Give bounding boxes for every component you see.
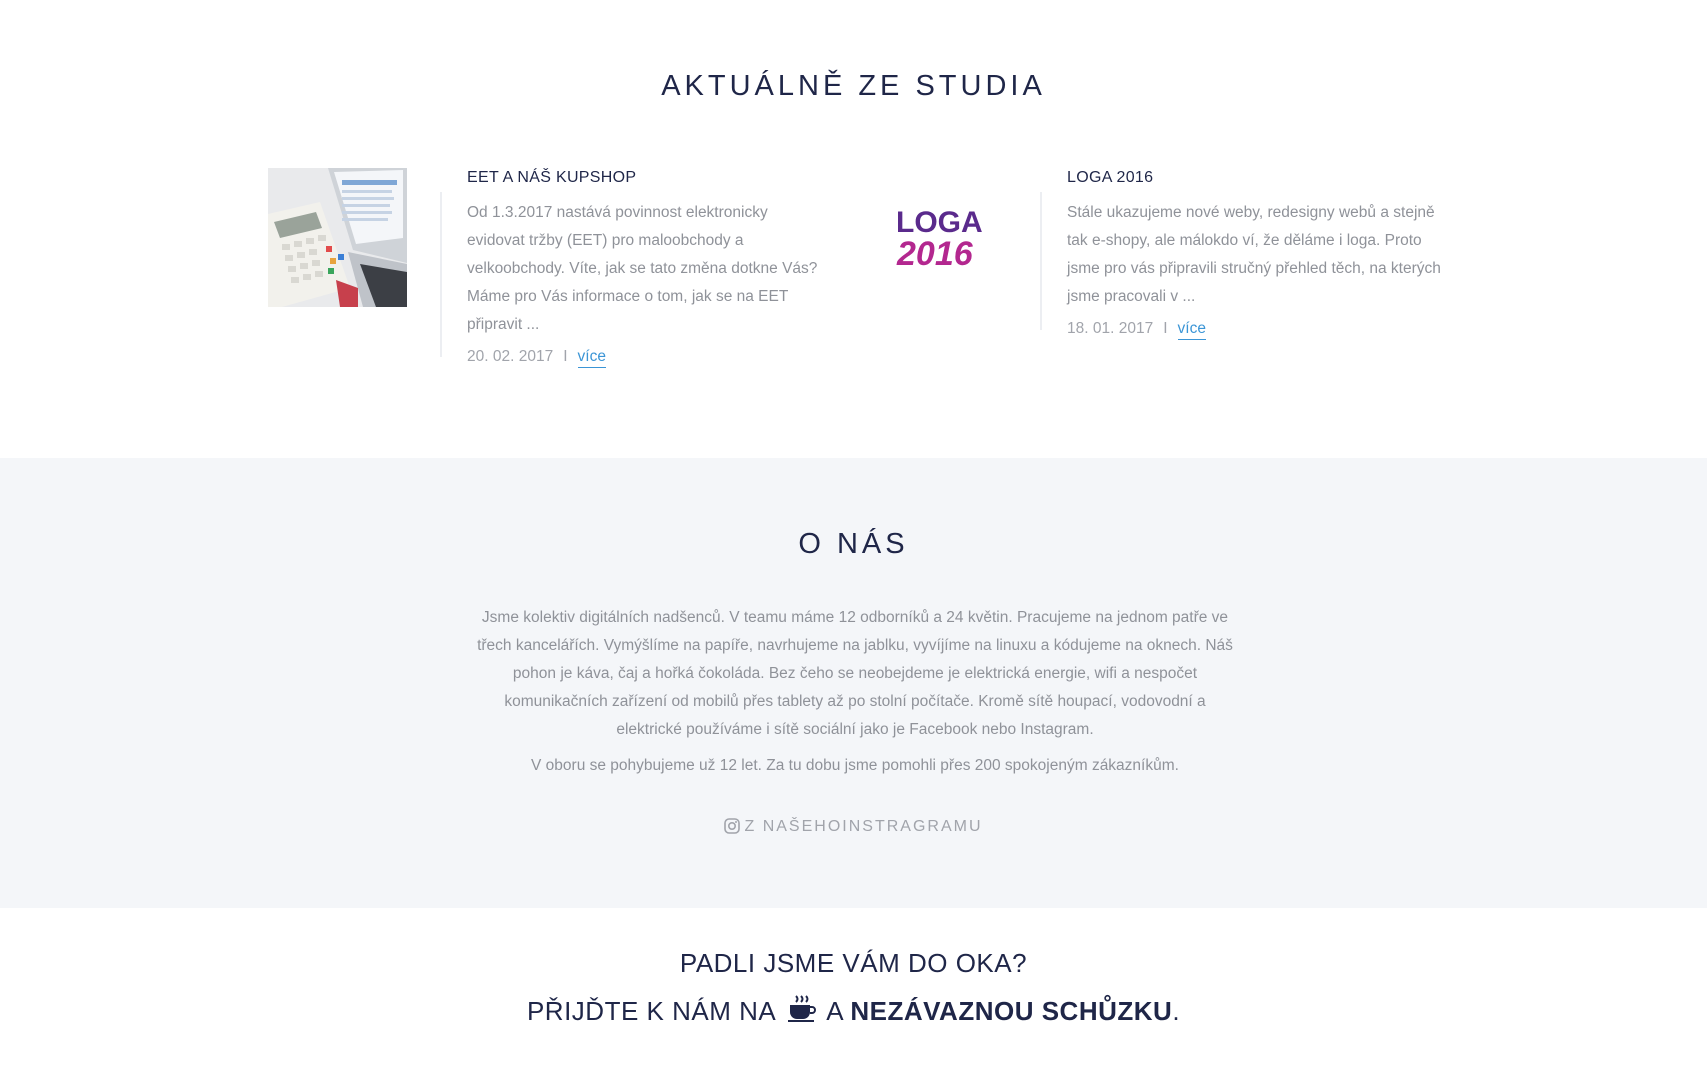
cta-middle: A: [826, 996, 843, 1026]
logo-text-year: 2016: [896, 235, 974, 273]
calculator-laptop-thumbnail: [268, 168, 407, 307]
article-meta: 20. 02. 2017 Ivíce: [467, 345, 827, 369]
article-divider: [440, 192, 442, 357]
article-body: EET A NÁŠ KUPSHOP Od 1.3.2017 nastává po…: [467, 168, 827, 369]
article-excerpt: Od 1.3.2017 nastává povinnost elektronic…: [467, 204, 818, 333]
instagram-icon: [724, 818, 741, 834]
news-section-title: AKTUÁLNĚ ZE STUDIA: [661, 70, 1046, 102]
cta-headline: PADLI JSME VÁM DO OKA?: [679, 948, 1028, 978]
loga-2016-logo: LOGA 2016: [868, 168, 1007, 307]
article-divider: [1040, 192, 1042, 330]
article-thumbnail-loga[interactable]: LOGA 2016: [868, 168, 1007, 307]
article-thumbnail-eet[interactable]: [268, 168, 407, 307]
article-excerpt: Stále ukazujeme nové weby, redesigny web…: [1067, 204, 1441, 305]
news-section: AKTUÁLNĚ ZE STUDIA EET A NÁŠ KUPSHOP Od …: [0, 0, 1707, 458]
article-meta: 18. 01. 2017 Ivíce: [1067, 317, 1447, 341]
cta-suffix: .: [1172, 996, 1181, 1026]
instagram-link[interactable]: Z NAŠEHOINSTRAGRAMU: [0, 818, 1707, 836]
about-section: O NÁS Jsme kolektiv digitálních nadšenců…: [0, 458, 1707, 908]
article-title[interactable]: LOGA 2016: [1067, 168, 1447, 188]
article-date: 20. 02. 2017: [467, 348, 554, 365]
meta-separator: I: [563, 348, 568, 365]
cta-section: PADLI JSME VÁM DO OKA? PŘIJĎTE K NÁM NA …: [0, 908, 1707, 1067]
about-paragraph: V oboru se pohybujeme už 12 let. Za tu d…: [531, 757, 1179, 774]
instagram-link-label: Z NAŠEHOINSTRAGRAMU: [744, 818, 983, 835]
about-paragraph: Jsme kolektiv digitálních nadšenců. V te…: [477, 609, 1233, 738]
article-more-link[interactable]: více: [577, 348, 606, 368]
cta-invitation: PŘIJĎTE K NÁM NA A NEZÁVAZNOU SCHŮZKU.: [0, 994, 1707, 1031]
meta-separator: I: [1163, 320, 1168, 337]
article-title[interactable]: EET A NÁŠ KUPSHOP: [467, 168, 827, 188]
about-text: Jsme kolektiv digitálních nadšenců. V te…: [470, 604, 1240, 788]
cta-meeting-link[interactable]: NEZÁVAZNOU SCHŮZKU: [850, 996, 1172, 1026]
article-date: 18. 01. 2017: [1067, 320, 1154, 337]
coffee-cup-icon: [786, 994, 817, 1031]
article-more-link[interactable]: více: [1177, 320, 1206, 340]
cta-prefix: PŘIJĎTE K NÁM NA: [526, 996, 777, 1026]
article-body: LOGA 2016 Stále ukazujeme nové weby, red…: [1067, 168, 1447, 341]
about-section-title: O NÁS: [798, 528, 909, 560]
